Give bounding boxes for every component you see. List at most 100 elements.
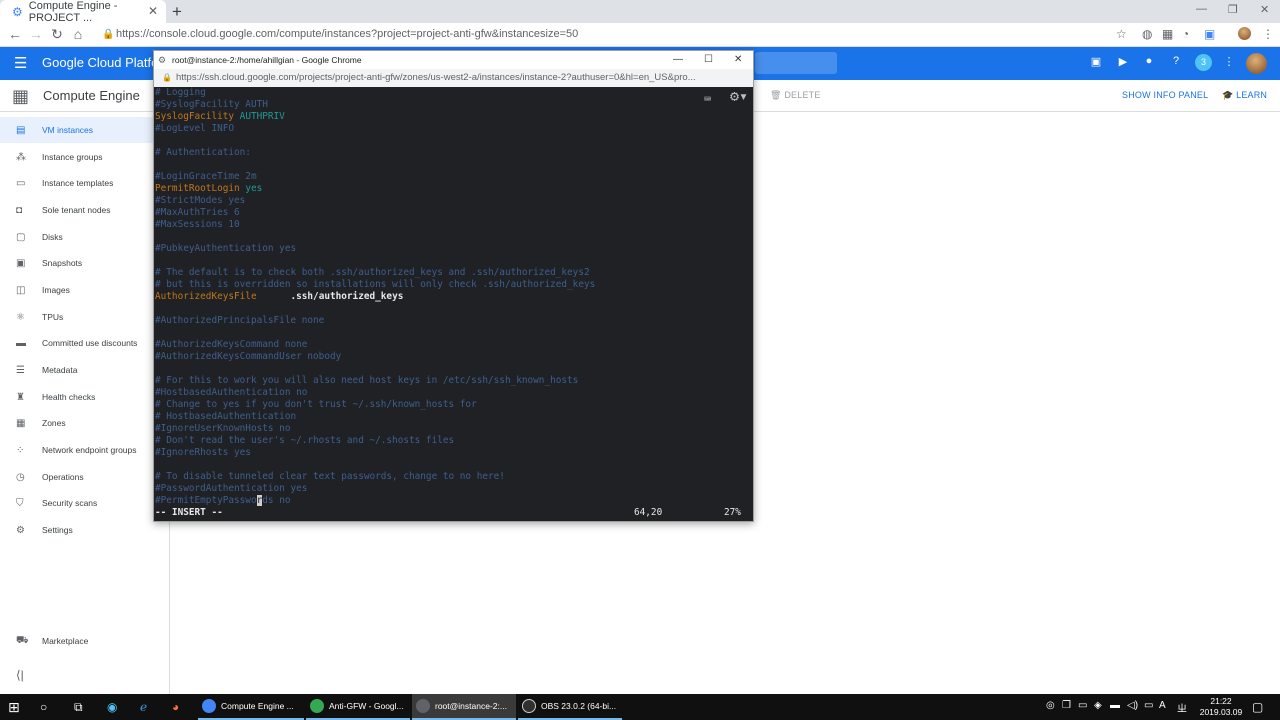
sidebar-item-tpus[interactable]: ⚛ TPUs (0, 304, 170, 330)
reload-icon[interactable]: ↻ (48, 26, 66, 43)
network-icon[interactable]: ▭ (1144, 700, 1153, 711)
sidebar-item-network-endpoint-groups[interactable]: ⁘ Network endpoint groups (0, 437, 170, 463)
delete-button[interactable]: 🗑 DELETE (770, 90, 821, 101)
cloud-shell-icon[interactable]: ▶ (1115, 55, 1131, 68)
ssh-browser-window[interactable]: ⚙ root@instance-2:/home/ahillgian - Goog… (153, 50, 754, 522)
tray-device-icon[interactable]: ▭ (1078, 700, 1087, 711)
browser-tab[interactable]: ⚙ Compute Engine - PROJECT ... ✕ (0, 0, 166, 24)
ime-indicator[interactable]: A (1159, 700, 1166, 711)
task-view-icon[interactable]: ⧉ (74, 694, 90, 720)
sidebar-item-label: Metadata (42, 365, 78, 375)
gcp-title[interactable]: Google Cloud Platform (42, 55, 154, 70)
close-window-icon[interactable]: ✕ (1260, 3, 1269, 16)
firefox-icon[interactable]: ◕ (172, 694, 188, 720)
ssh-maximize-icon[interactable]: ☐ (704, 51, 713, 69)
new-tab-button[interactable]: + (172, 2, 182, 22)
extension-globe-icon[interactable]: ◍ (1142, 27, 1152, 41)
tray-security-icon[interactable]: ◈ (1094, 700, 1102, 711)
search-bar[interactable] (755, 52, 837, 74)
sidebar-item-label: Snapshots (42, 258, 83, 268)
terminal-line: # Authentication: (155, 147, 251, 159)
ssh-window-title: root@instance-2:/home/ahillgian - Google… (172, 55, 362, 65)
bookmark-star-icon[interactable]: ☆ (1116, 27, 1127, 41)
terminal-text: #IgnoreUserKnownHosts no (155, 423, 291, 434)
chrome-icon (310, 699, 324, 713)
keyboard-icon[interactable]: ⌨ (704, 93, 711, 105)
sidebar-item-instance-groups[interactable]: ⁂ Instance groups (0, 144, 170, 170)
ssh-address-bar[interactable]: 🔒 https://ssh.cloud.google.com/projects/… (154, 69, 753, 87)
maximize-icon[interactable]: ❐ (1228, 3, 1238, 16)
terminal-text: # Authentication: (155, 147, 251, 158)
close-tab-icon[interactable]: ✕ (148, 4, 158, 18)
sidebar-item-label: Images (42, 285, 70, 295)
sidebar-item-settings[interactable]: ⚙ Settings (0, 517, 170, 543)
ime-mode-indicator[interactable]: ㄓ (1177, 700, 1187, 715)
forward-icon[interactable]: → (27, 26, 45, 42)
gift-icon[interactable]: ▣ (1088, 55, 1104, 68)
terminal-text: # The default is to check both .ssh/auth… (155, 267, 590, 278)
sidebar-item-disks[interactable]: ▢ Disks (0, 224, 170, 250)
sidebar-item-committed-use-discounts[interactable]: ▬ Committed use discounts (0, 330, 170, 356)
tray-battery-icon[interactable]: ▬ (1110, 700, 1120, 711)
terminal-line: #PubkeyAuthentication yes (155, 243, 296, 255)
tray-antivirus-icon[interactable]: ◎ (1046, 700, 1055, 711)
taskbar-label: root@instance-2:... (435, 701, 507, 711)
sidebar-item-metadata[interactable]: ☰ Metadata (0, 357, 170, 383)
terminal-text: #AuthorizedKeysCommandUser nobody (155, 351, 342, 362)
terminal-text: #AuthorizedPrincipalsFile none (155, 315, 325, 326)
learn-button[interactable]: 🎓 LEARN (1222, 90, 1267, 101)
terminal-settings-gear-icon[interactable]: ⚙▾ (730, 89, 748, 104)
collapse-sidebar-icon[interactable]: ⟨| (16, 668, 24, 682)
terminal-line: #AuthorizedKeysCommand none (155, 339, 307, 351)
sidebar-item-sole-tenant-nodes[interactable]: ◘ Sole tenant nodes (0, 197, 170, 223)
edge-icon[interactable]: ℯ (140, 694, 156, 720)
address-bar[interactable]: 🔒 https://console.cloud.google.com/compu… (96, 25, 1136, 44)
volume-icon[interactable]: ◁) (1127, 700, 1138, 711)
show-info-panel-button[interactable]: SHOW INFO PANEL (1122, 90, 1208, 100)
account-avatar[interactable] (1246, 53, 1267, 74)
sidebar-item-label: Operations (42, 472, 84, 482)
terminal[interactable]: # Logging #SyslogFacility AUTH SyslogFacil… (154, 87, 753, 521)
taskbar-clock[interactable]: 21:22 2019.03.09 (1196, 696, 1246, 718)
ssh-close-icon[interactable]: ✕ (734, 51, 742, 69)
notifications-badge[interactable]: 3 (1195, 54, 1212, 71)
taskbar-item-obs[interactable]: OBS 23.0.2 (64-bi... (518, 694, 622, 720)
taskbar-item-anti-gfw[interactable]: Anti-GFW - Googl... (306, 694, 410, 720)
sidebar-item-snapshots[interactable]: ▣ Snapshots (0, 250, 170, 276)
hamburger-menu-icon[interactable]: ☰ (14, 54, 27, 72)
ssh-minimize-icon[interactable]: — (673, 51, 683, 69)
sidebar-item-zones[interactable]: ▦ Zones (0, 410, 170, 436)
terminal-text: #PubkeyAuthentication yes (155, 243, 297, 254)
sidebar-item-operations[interactable]: ◷ Operations (0, 464, 170, 490)
search-icon[interactable]: ○ (40, 694, 56, 720)
compute-engine-favicon-icon: ⚙ (12, 4, 23, 19)
sidebar-item-vm-instances[interactable]: ▤ VM instances (0, 117, 170, 143)
alert-icon[interactable]: ● (1141, 55, 1157, 67)
terminal-line: # For this to work you will also need ho… (155, 375, 578, 387)
app-pinned-icon[interactable]: ◉ (107, 694, 123, 720)
action-center-icon[interactable]: ▢ (1252, 700, 1263, 714)
terminal-text: #LoginGraceTime 2m (155, 171, 257, 182)
help-icon[interactable]: ? (1168, 55, 1184, 67)
extension-speed-icon[interactable]: ◔ (1182, 27, 1189, 41)
back-icon[interactable]: ← (6, 26, 24, 42)
tray-copy-icon[interactable]: ❐ (1062, 700, 1071, 711)
chrome-icon (202, 699, 216, 713)
taskbar-item-compute-engine[interactable]: Compute Engine ... (198, 694, 304, 720)
windows-start-icon[interactable]: ⊞ (8, 694, 28, 720)
sidebar-item-instance-templates[interactable]: ▭ Instance templates (0, 170, 170, 196)
taskbar-item-ssh[interactable]: root@instance-2:... (412, 694, 516, 720)
minimize-icon[interactable]: — (1196, 3, 1207, 15)
sidebar-item-marketplace[interactable]: ⛟ Marketplace (0, 628, 170, 654)
chrome-menu-icon[interactable]: ⋮ (1262, 27, 1274, 41)
extension-translate-icon[interactable]: ▦ (1162, 27, 1173, 41)
home-icon[interactable]: ⌂ (69, 26, 87, 42)
extension-google-translate-icon[interactable]: ▣ (1204, 27, 1215, 41)
profile-avatar-icon[interactable] (1238, 27, 1251, 40)
sidebar-item-health-checks[interactable]: ♜ Health checks (0, 384, 170, 410)
sidebar-item-images[interactable]: ◫ Images (0, 277, 170, 303)
more-options-icon[interactable]: ⋮ (1221, 55, 1237, 68)
terminal-text: #StrictModes yes (155, 195, 246, 206)
ssh-window-titlebar[interactable]: ⚙ root@instance-2:/home/ahillgian - Goog… (154, 51, 753, 69)
sidebar-item-security-scans[interactable]: ⛉ Security scans (0, 490, 170, 516)
